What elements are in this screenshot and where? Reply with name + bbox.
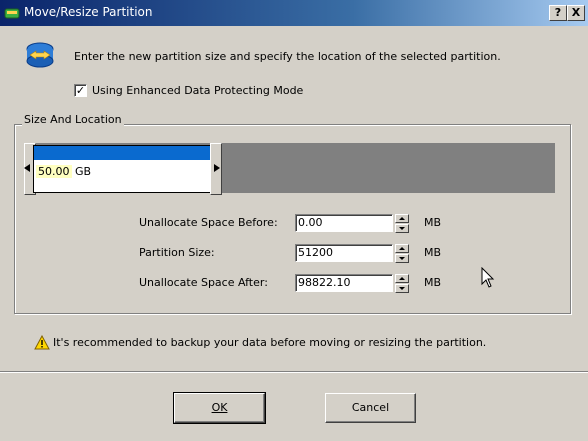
size-location-label: Size And Location: [22, 113, 124, 126]
unallocated-before-up-button[interactable]: [395, 214, 409, 223]
warning-text: It's recommended to backup your data bef…: [53, 336, 487, 349]
spin-up-icon: [399, 217, 405, 220]
partition-size-down-button[interactable]: [395, 254, 409, 263]
spin-down-icon: [399, 287, 405, 290]
spin-up-icon: [399, 247, 405, 250]
close-button[interactable]: X: [567, 5, 585, 21]
cancel-button[interactable]: Cancel: [325, 393, 416, 423]
spin-up-icon: [399, 277, 405, 280]
partition-size-up-button[interactable]: [395, 244, 409, 253]
partition-size-input[interactable]: [295, 244, 393, 262]
unallocated-after-input[interactable]: [295, 274, 393, 292]
unallocated-after-spinner: [295, 274, 411, 294]
mouse-cursor-icon: [481, 266, 495, 289]
partition-size-spinner: [295, 244, 411, 264]
footer-divider: [0, 371, 588, 373]
unallocated-after-up-button[interactable]: [395, 274, 409, 283]
partition-size-field-label: Partition Size:: [139, 246, 215, 259]
partition-size-label: 50.00 GB: [36, 165, 91, 178]
cancel-button-label: Cancel: [351, 401, 390, 414]
unallocated-after-unit: MB: [424, 276, 442, 289]
spin-down-icon: [399, 257, 405, 260]
unallocated-after-label: Unallocate Space After:: [139, 276, 268, 289]
unallocated-before-unit: MB: [424, 216, 442, 229]
title-bar[interactable]: Move/Resize Partition ? X: [0, 0, 588, 26]
unallocated-before-label: Unallocate Space Before:: [139, 216, 278, 229]
help-button[interactable]: ?: [549, 5, 567, 21]
partition-size-unit: GB: [75, 165, 92, 178]
left-arrow-icon: [24, 164, 30, 172]
ok-button[interactable]: OK: [173, 392, 266, 424]
spin-down-icon: [399, 227, 405, 230]
protect-mode-label: Using Enhanced Data Protecting Mode: [92, 84, 304, 97]
ok-button-label: OK: [211, 401, 228, 414]
move-resize-icon: [22, 38, 58, 74]
protect-mode-checkbox[interactable]: ✓: [74, 84, 87, 97]
warning-icon: [34, 334, 50, 351]
move-resize-partition-dialog: Move/Resize Partition ? X Enter the new …: [0, 0, 588, 441]
instruction-text: Enter the new partition size and specify…: [74, 50, 501, 63]
partition-size-value: 50.00: [36, 165, 72, 178]
partition-size-unit-label: MB: [424, 246, 442, 259]
window-title: Move/Resize Partition: [24, 5, 153, 19]
partition-used-fill: [34, 146, 211, 160]
right-arrow-icon: [214, 164, 220, 172]
unallocated-before-down-button[interactable]: [395, 224, 409, 233]
unallocated-after-down-button[interactable]: [395, 284, 409, 293]
partition-app-icon: [4, 5, 20, 21]
unallocated-before-spinner: [295, 214, 411, 234]
unallocated-before-input[interactable]: [295, 214, 393, 232]
